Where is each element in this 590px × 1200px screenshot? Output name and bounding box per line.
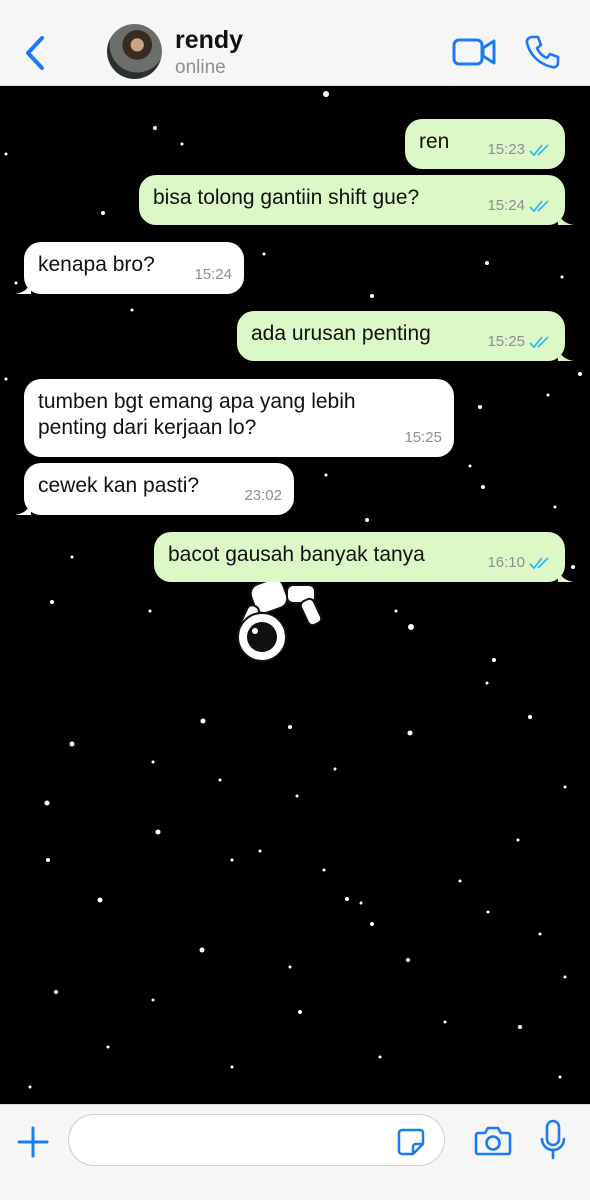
- message-bubble-outgoing[interactable]: bisa tolong gantiin shift gue? 15:24: [139, 175, 574, 225]
- message-meta: 15:23: [487, 137, 553, 163]
- read-ticks-icon: [529, 336, 549, 349]
- message-meta: 15:25: [487, 329, 553, 355]
- message-meta: 15:24: [487, 193, 553, 219]
- bubble-tail: [558, 347, 574, 361]
- read-ticks-icon: [529, 557, 549, 570]
- message-time: 15:24: [194, 266, 232, 283]
- chat-area[interactable]: ren 15:23 bisa tolong gantiin shift gue?…: [0, 87, 590, 1104]
- message-time: 15:25: [487, 333, 525, 350]
- microphone-icon[interactable]: [540, 1119, 566, 1161]
- message-bubble-incoming[interactable]: cewek kan pasti? 23:02: [15, 463, 294, 515]
- message-meta: 23:02: [244, 483, 282, 509]
- message-meta: 15:24: [194, 262, 232, 288]
- message-bubble-outgoing[interactable]: ada urusan penting 15:25: [237, 311, 574, 361]
- message-input[interactable]: [68, 1114, 445, 1166]
- bubble-tail: [15, 280, 31, 294]
- message-meta: 16:10: [487, 550, 553, 576]
- avatar[interactable]: [107, 24, 162, 79]
- message-bubble-outgoing[interactable]: ren 15:23: [405, 119, 565, 169]
- message-time: 15:23: [487, 141, 525, 158]
- bubble-tail: [558, 568, 574, 582]
- read-ticks-icon: [529, 144, 549, 157]
- chat-header: rendy online: [0, 0, 590, 86]
- message-input-bar: [0, 1104, 590, 1200]
- plus-icon[interactable]: [16, 1125, 50, 1159]
- read-ticks-icon: [529, 200, 549, 213]
- contact-name[interactable]: rendy: [175, 26, 243, 55]
- phone-icon[interactable]: [524, 34, 560, 70]
- bubble-tail: [15, 501, 31, 515]
- bubble-tail: [558, 211, 574, 225]
- message-bubble-incoming[interactable]: tumben bgt emang apa yang lebih penting …: [24, 379, 454, 457]
- camera-icon[interactable]: [474, 1125, 512, 1157]
- message-time: 16:10: [487, 554, 525, 571]
- message-meta: 15:25: [404, 425, 442, 451]
- message-bubble-outgoing[interactable]: bacot gausah banyak tanya 16:10: [154, 532, 574, 582]
- message-bubble-incoming[interactable]: kenapa bro? 15:24: [15, 242, 244, 294]
- sticker-icon[interactable]: [396, 1127, 426, 1157]
- message-text: tumben bgt emang apa yang lebih penting …: [38, 390, 356, 439]
- back-chevron-icon[interactable]: [18, 30, 52, 76]
- message-time: 15:24: [487, 197, 525, 214]
- astronaut-illustration: [237, 577, 323, 662]
- contact-status: online: [175, 57, 226, 78]
- video-camera-icon[interactable]: [452, 36, 496, 68]
- message-time: 23:02: [244, 487, 282, 504]
- message-time: 15:25: [404, 429, 442, 446]
